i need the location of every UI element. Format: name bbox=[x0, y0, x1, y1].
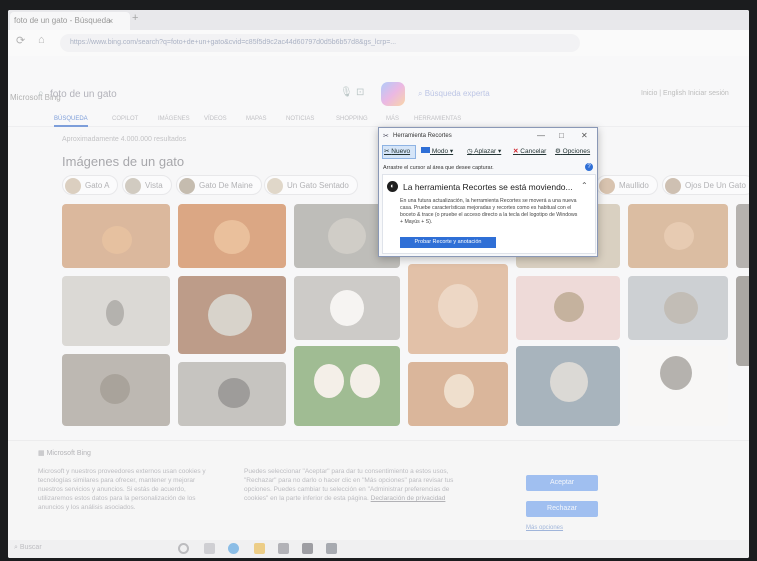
move-notice-panel: ◐ La herramienta Recortes se está movien… bbox=[382, 174, 596, 254]
notice-title: La herramienta Recortes se está moviendo… bbox=[403, 182, 573, 192]
new-snip-label: Nuevo bbox=[391, 148, 411, 155]
options-label: Opciones bbox=[562, 148, 591, 155]
mode-button[interactable]: Modo ▾ bbox=[421, 147, 453, 155]
close-icon[interactable]: ✕ bbox=[581, 131, 588, 140]
delay-button[interactable]: ◷ Aplazar ▾ bbox=[467, 147, 501, 155]
chevron-down-icon: ▾ bbox=[497, 148, 502, 155]
capture-hint: Arrastre el cursor al área que desee cap… bbox=[383, 165, 494, 171]
snipping-tool-icon: ✂ bbox=[383, 133, 389, 140]
clock-icon: ◷ bbox=[467, 148, 473, 155]
gear-icon: ⚙ bbox=[555, 148, 561, 155]
mode-label: Modo bbox=[431, 148, 449, 155]
mode-icon bbox=[421, 147, 430, 153]
minimize-icon[interactable]: — bbox=[537, 131, 545, 140]
options-button[interactable]: ⚙ Opciones bbox=[555, 147, 590, 155]
new-snip-button[interactable]: ✂ Nuevo bbox=[384, 147, 410, 155]
notice-body: En una futura actualización, la herramie… bbox=[400, 198, 578, 225]
window-title: Herramienta Recortes bbox=[393, 133, 452, 139]
snipping-tool-window[interactable]: ✂ Herramienta Recortes — □ ✕ ✂ Nuevo Mod… bbox=[378, 127, 598, 257]
maximize-icon[interactable]: □ bbox=[559, 131, 564, 140]
collapse-chevron-icon[interactable]: ⌃ bbox=[581, 181, 588, 190]
cancel-label: Cancelar bbox=[520, 148, 547, 155]
scissors-icon: ✂ bbox=[384, 148, 390, 155]
snipping-toolbar: ✂ Nuevo Modo ▾ ◷ Aplazar ▾ ✕ Cancelar ⚙ … bbox=[379, 144, 597, 162]
snip-sketch-icon: ◐ bbox=[387, 181, 398, 192]
cancel-icon: ✕ bbox=[513, 148, 519, 155]
help-icon[interactable]: ? bbox=[585, 163, 593, 171]
delay-label: Aplazar bbox=[474, 148, 497, 155]
monitor-screen: foto de un gato - Búsqueda × + ⟳ ⌂ https… bbox=[8, 10, 749, 558]
cancel-button[interactable]: ✕ Cancelar bbox=[513, 147, 546, 155]
try-snip-sketch-button[interactable]: Probar Recorte y anotación bbox=[400, 237, 496, 248]
chevron-down-icon: ▾ bbox=[449, 148, 454, 155]
screen-haze bbox=[8, 10, 749, 558]
